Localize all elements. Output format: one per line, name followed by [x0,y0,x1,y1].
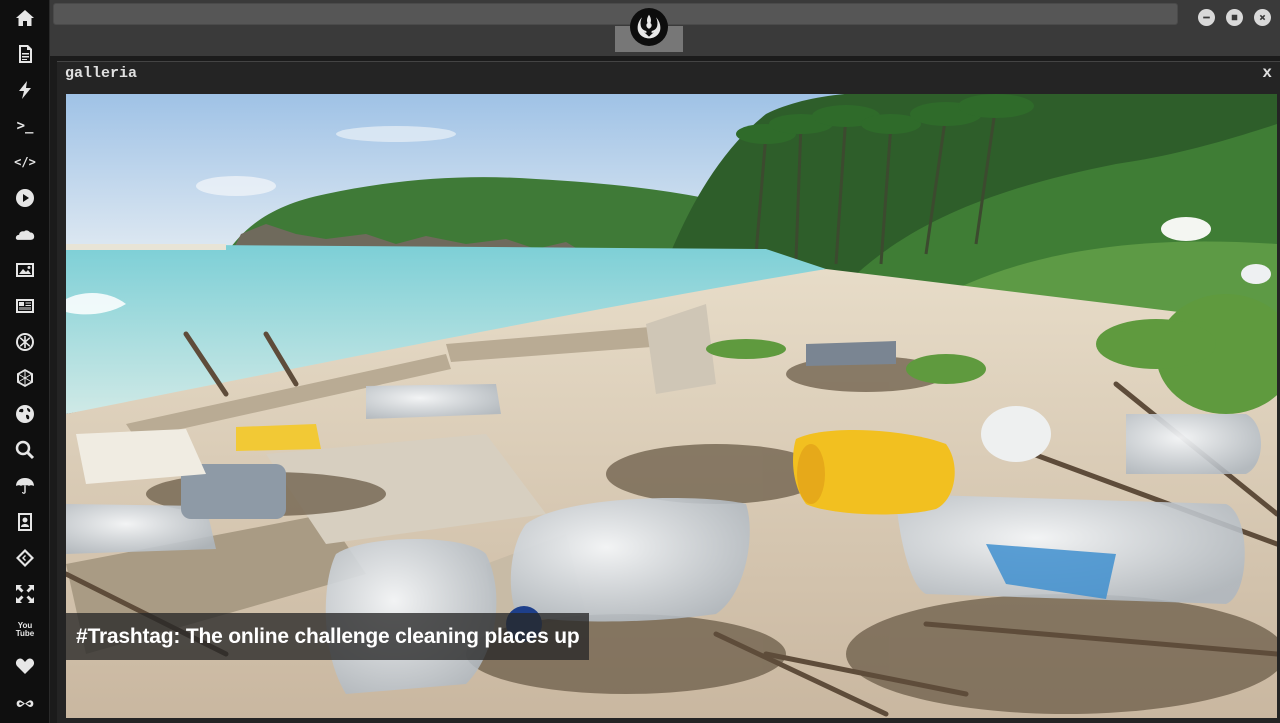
rebel-alliance-icon [637,14,661,39]
image-caption: #Trashtag: The online challenge cleaning… [66,613,590,660]
rebel-alliance-logo[interactable] [630,8,668,46]
document-icon[interactable] [13,42,37,66]
close-button[interactable] [1254,9,1271,26]
panel-title: galleria [65,65,138,82]
image-icon[interactable] [13,258,37,282]
infinity-cloud-icon[interactable] [13,690,37,714]
panel-close-button[interactable]: x [1262,64,1272,82]
cloud-icon[interactable] [13,222,37,246]
heart-icon[interactable] [13,654,37,678]
contacts-icon[interactable] [13,510,37,534]
code-icon-glyph: </> [14,155,36,169]
minimize-button[interactable] [1198,9,1215,26]
terminal-icon-glyph: >_ [16,118,34,134]
lightning-icon[interactable] [13,78,37,102]
search-icon[interactable] [13,438,37,462]
youtube-icon[interactable]: You Tube [13,618,37,642]
home-icon[interactable] [13,6,37,30]
diamond-code-icon[interactable] [13,546,37,570]
hexagon-icon[interactable] [13,366,37,390]
address-bar[interactable] [53,3,1178,25]
app-sidebar: >_ </> You Tube [0,0,50,723]
gallery-image-stage[interactable]: #Trashtag: The online challenge cleaning… [66,94,1277,718]
youtube-icon-glyph: You Tube [15,621,35,638]
umbrella-icon[interactable] [13,474,37,498]
terminal-icon[interactable]: >_ [13,114,37,138]
top-bar [50,0,1280,56]
gallery-panel: galleria x #Trashtag: The online challen… [57,61,1280,723]
expand-icon[interactable] [13,582,37,606]
code-icon[interactable]: </> [13,150,37,174]
maximize-button[interactable] [1226,9,1243,26]
play-icon[interactable] [13,186,37,210]
newspaper-icon[interactable] [13,294,37,318]
asterisk-icon[interactable] [13,330,37,354]
globe-icon[interactable] [13,402,37,426]
